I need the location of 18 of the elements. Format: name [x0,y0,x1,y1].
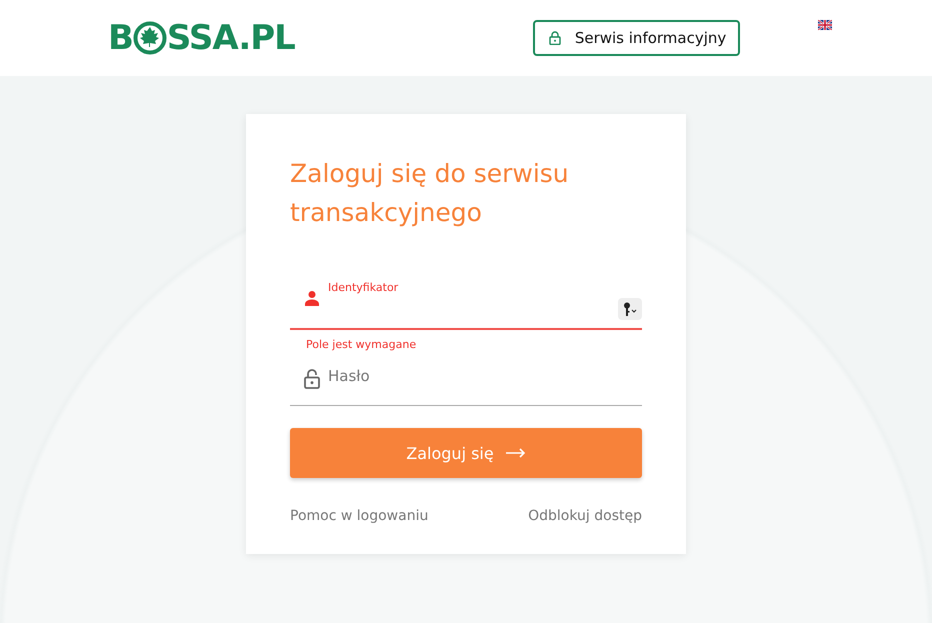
lock-icon [548,31,561,45]
unlocked-padlock-icon [304,369,320,389]
maple-leaf-circle-icon [132,21,167,55]
person-icon [304,290,320,306]
key-dropdown-button[interactable] [618,298,642,320]
login-help-link[interactable]: Pomoc w logowaniu [290,508,428,524]
info-service-button[interactable]: Serwis informacyjny [532,20,740,56]
field-error-text: Pole jest wymagane [306,338,416,351]
password-input[interactable]: Hasło [328,367,642,385]
login-button[interactable]: Zaloguj się [290,428,642,478]
unlock-access-link[interactable]: Odblokuj dostęp [528,508,642,524]
bossa-logo[interactable]: B SSA.PL [108,18,295,58]
uk-flag-icon[interactable] [818,20,832,30]
key-icon [622,302,638,316]
login-title: Zaloguj się do serwisu transakcyjnego [290,158,570,229]
arrow-right-icon [506,448,526,458]
password-field[interactable]: Hasło [290,356,642,406]
identifier-field[interactable]: Identyfikator [290,280,642,330]
